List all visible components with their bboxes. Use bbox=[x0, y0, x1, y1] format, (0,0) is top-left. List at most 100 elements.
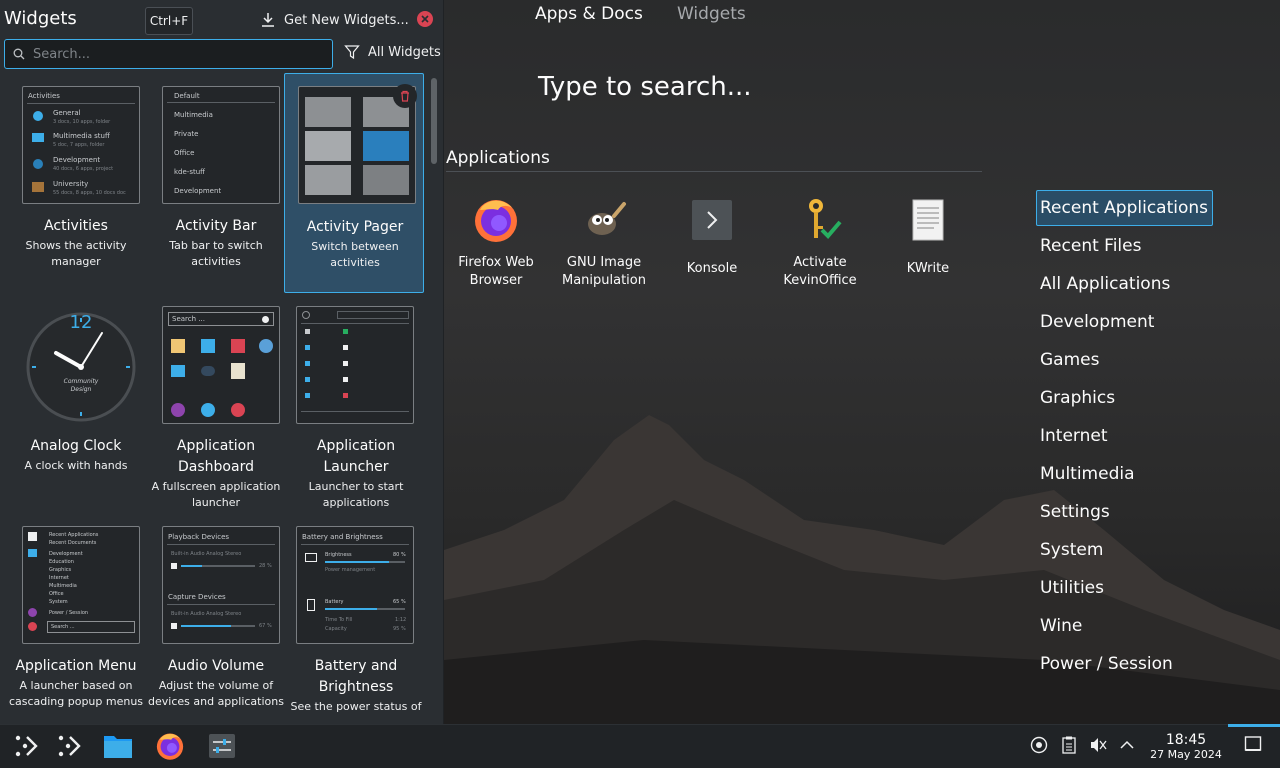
brightness-fill bbox=[325, 561, 389, 563]
widget-card-application-dashboard[interactable]: Search ... Application Dashboard A fulls… bbox=[146, 294, 286, 512]
widget-card-activity-pager[interactable]: Activity Pager Switch between activities bbox=[284, 73, 424, 293]
launcher-search-prompt[interactable]: Type to search... bbox=[538, 72, 752, 102]
preview-list-icon bbox=[343, 361, 348, 366]
app-kwrite[interactable]: KWrite bbox=[876, 196, 980, 278]
search-icon bbox=[13, 48, 25, 60]
app-label: GNU Image Manipulation bbox=[561, 255, 646, 288]
tray-clipboard[interactable] bbox=[1060, 736, 1078, 754]
preview-list-icon bbox=[305, 345, 310, 350]
widget-search-input[interactable] bbox=[33, 46, 313, 62]
category-settings[interactable]: Settings bbox=[1040, 500, 1110, 524]
preview-list-icon bbox=[343, 345, 348, 350]
applications-heading: Applications bbox=[446, 148, 550, 168]
power-icon bbox=[28, 622, 37, 631]
category-icon bbox=[28, 549, 37, 557]
tray-volume[interactable] bbox=[1089, 736, 1107, 754]
get-new-widgets-button[interactable]: Get New Widgets... bbox=[260, 8, 409, 32]
taskbar-firefox[interactable] bbox=[154, 730, 186, 762]
app-activate-kevinoffice[interactable]: Activate KevinOffice bbox=[768, 196, 872, 290]
widget-card-battery-brightness[interactable]: Battery and Brightness Brightness 80 % P… bbox=[286, 514, 426, 724]
category-graphics[interactable]: Graphics bbox=[1040, 386, 1115, 410]
plasma-logo-icon bbox=[15, 735, 38, 757]
active-indicator bbox=[1228, 724, 1280, 727]
widget-card-audio-volume[interactable]: Playback Devices Built-in Audio Analog S… bbox=[146, 514, 286, 724]
calendar-icon bbox=[201, 339, 215, 353]
tray-network[interactable] bbox=[1030, 736, 1048, 754]
session-icon bbox=[28, 608, 37, 617]
clock-date[interactable]: 27 May 2024 bbox=[1144, 748, 1228, 761]
widget-name: Activity Bar bbox=[175, 218, 257, 234]
category-wine[interactable]: Wine bbox=[1040, 614, 1082, 638]
preview-desktop-active bbox=[363, 131, 409, 161]
tab-apps-docs[interactable]: Apps & Docs bbox=[535, 4, 643, 24]
app-gimp[interactable]: GNU Image Manipulation bbox=[552, 196, 656, 290]
preview-desktop bbox=[305, 131, 351, 161]
app-firefox[interactable]: Firefox Web Browser bbox=[444, 196, 548, 290]
preview-divider bbox=[27, 103, 135, 104]
show-desktop-button[interactable] bbox=[1244, 735, 1262, 753]
widget-list-scrollbar[interactable] bbox=[430, 78, 438, 718]
preview-text: System bbox=[49, 599, 68, 605]
app-konsole[interactable]: Konsole bbox=[660, 196, 764, 278]
widget-card-activity-bar[interactable]: Default Multimedia Private Office kde-st… bbox=[146, 74, 286, 292]
activity-bar-preview: Default Multimedia Private Office kde-st… bbox=[162, 86, 280, 204]
widget-description: A clock with hands bbox=[24, 459, 128, 472]
preview-text: 40 docs, 6 apps, project bbox=[53, 166, 114, 172]
widget-card-analog-clock[interactable]: 12 Community Design Analog Clock A clock… bbox=[6, 294, 146, 512]
clock-caption: Design bbox=[70, 386, 92, 393]
taskbar-file-manager[interactable] bbox=[102, 730, 134, 762]
uninstall-widget-button[interactable] bbox=[393, 84, 417, 108]
widget-name: Application Menu bbox=[15, 658, 137, 674]
preview-search-box bbox=[337, 311, 409, 319]
category-utilities[interactable]: Utilities bbox=[1040, 576, 1104, 600]
category-development[interactable]: Development bbox=[1040, 310, 1154, 334]
settings-icon bbox=[209, 734, 235, 758]
widget-filter-button[interactable]: All Widgets bbox=[344, 44, 441, 60]
preview-desktop bbox=[305, 165, 351, 195]
development-icon bbox=[33, 159, 43, 169]
filter-icon bbox=[344, 45, 360, 60]
session-icon bbox=[201, 403, 215, 417]
close-button[interactable] bbox=[417, 11, 433, 27]
preview-text: Private bbox=[174, 130, 199, 138]
chat-icon bbox=[171, 365, 185, 377]
brightness-track bbox=[325, 561, 405, 563]
preview-list-icon bbox=[305, 361, 310, 366]
preview-text: 1:12 bbox=[395, 617, 407, 623]
taskbar-system-settings[interactable] bbox=[206, 730, 238, 762]
preview-divider bbox=[167, 544, 275, 545]
preview-text: Power management bbox=[325, 567, 376, 573]
battery-preview: Battery and Brightness Brightness 80 % P… bbox=[296, 526, 414, 644]
globe-icon bbox=[33, 111, 43, 121]
category-multimedia[interactable]: Multimedia bbox=[1040, 462, 1135, 486]
category-all-applications[interactable]: All Applications bbox=[1040, 272, 1170, 296]
folder-icon bbox=[171, 339, 185, 353]
category-recent-files[interactable]: Recent Files bbox=[1040, 234, 1141, 258]
category-recent-applications[interactable]: Recent Applications bbox=[1040, 196, 1208, 220]
widget-card-activities[interactable]: Activities General 3 docs, 10 apps, fold… bbox=[6, 74, 146, 292]
user-avatar-icon bbox=[302, 311, 310, 319]
tray-expand-button[interactable] bbox=[1118, 736, 1136, 754]
widget-name: Application Launcher bbox=[316, 438, 396, 475]
category-internet[interactable]: Internet bbox=[1040, 424, 1108, 448]
category-power-session[interactable]: Power / Session bbox=[1040, 652, 1173, 676]
preview-text: 80 % bbox=[393, 552, 406, 558]
category-system[interactable]: System bbox=[1040, 538, 1103, 562]
scrollbar-thumb[interactable] bbox=[431, 78, 437, 164]
taskbar-dashboard-button[interactable] bbox=[53, 730, 85, 762]
widget-card-application-menu[interactable]: Recent Applications Recent Documents Dev… bbox=[6, 514, 146, 724]
preview-text: Built-in Audio Analog Stereo bbox=[171, 611, 242, 617]
preview-text: Capture Devices bbox=[168, 593, 226, 601]
preview-text: Built-in Audio Analog Stereo bbox=[171, 551, 242, 557]
clipboard-icon bbox=[1062, 736, 1076, 754]
preview-text: Graphics bbox=[49, 567, 72, 573]
taskbar-launcher-button[interactable] bbox=[10, 730, 42, 762]
widget-card-application-launcher[interactable]: Application Launcher Launcher to start a… bbox=[286, 294, 426, 512]
network-icon bbox=[1030, 736, 1048, 754]
tab-widgets[interactable]: Widgets bbox=[677, 4, 746, 24]
clock-time[interactable]: 18:45 bbox=[1148, 732, 1224, 748]
category-games[interactable]: Games bbox=[1040, 348, 1099, 372]
widget-search-field[interactable] bbox=[4, 39, 333, 69]
preview-text: Development bbox=[174, 187, 222, 195]
widget-name: Application Dashboard bbox=[176, 438, 256, 475]
